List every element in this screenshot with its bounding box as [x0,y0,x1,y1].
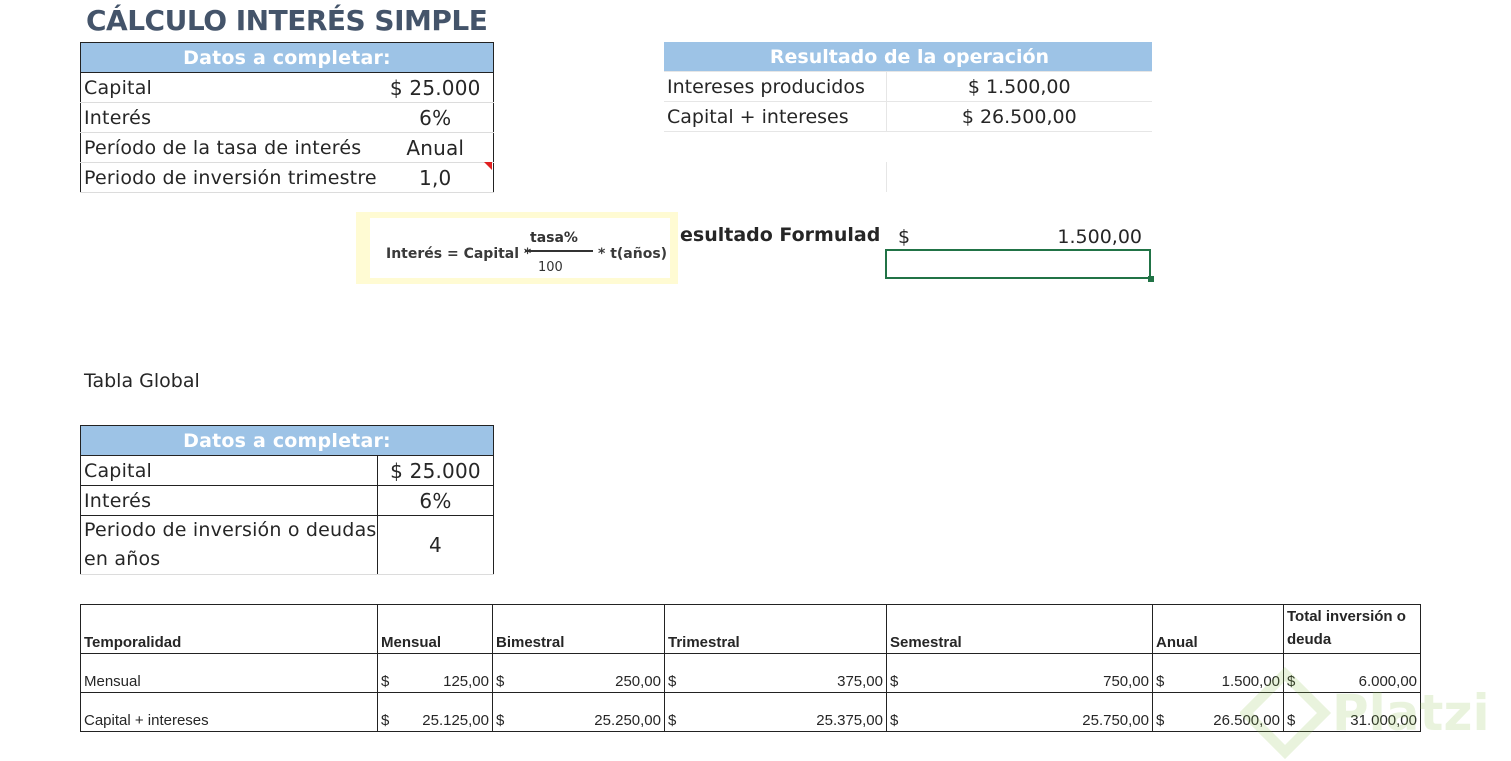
currency-symbol: $ [668,673,677,690]
result-table: Resultado de la operación Intereses prod… [664,42,1152,132]
currency-symbol: $ [890,673,899,690]
formula-image[interactable]: Interés = Capital * tasa% 100 * t(años) [356,212,678,284]
currency-symbol: $ [381,712,390,729]
capital-value-cell[interactable]: $ 25.000 [377,72,494,103]
formula-denominator: 100 [538,260,563,275]
global-input-table-header: Datos a completar: [80,425,494,456]
result-table-header: Resultado de la operación [664,42,1152,72]
global-input-table: Datos a completar: Capital $ 25.000 Inte… [80,425,494,575]
input-table: Datos a completar: Capital $ 25.000 Inte… [80,42,494,193]
table-cell[interactable]: $750,00 [886,653,1153,693]
cell-value: 375,00 [837,673,883,690]
formula-numerator: tasa% [530,230,578,246]
table-cell[interactable]: $25.250,00 [492,692,665,732]
formula-result-currency: $ [898,226,911,248]
formula-result-label: esultado Formulado [680,224,880,246]
table-header-row: Temporalidad Mensual Bimestral Trimestra… [80,604,1421,654]
formula-result-value-cell[interactable]: 1.500,00 [980,226,1142,248]
formula-box: Interés = Capital * tasa% 100 * t(años) [370,218,670,278]
global-table-label: Tabla Global [84,370,200,392]
column-header: Trimestral [664,604,887,654]
column-header: Anual [1152,604,1284,654]
global-interest-value-cell[interactable]: 6% [377,485,494,516]
fill-handle[interactable] [1148,276,1154,282]
global-capital-value-cell[interactable]: $ 25.000 [377,455,494,486]
cell-value: 25.125,00 [422,712,489,729]
cell-value: 25.375,00 [816,712,883,729]
column-header: Semestral [886,604,1153,654]
table-cell[interactable]: $250,00 [492,653,665,693]
currency-symbol: $ [1156,673,1165,690]
comment-indicator-icon[interactable] [484,162,492,170]
table-row: Capital + intereses $25.125,00 $25.250,0… [80,692,1421,732]
cell-value: 250,00 [615,673,661,690]
global-period-label: Periodo de inversión o deudas en años [80,515,378,575]
currency-symbol: $ [668,712,677,729]
selected-cell[interactable] [885,249,1151,279]
interest-produced-label: Intereses producidos [664,71,886,102]
gridline [886,162,887,192]
currency-symbol: $ [496,673,505,690]
currency-symbol: $ [890,712,899,729]
table-row: Mensual $125,00 $250,00 $375,00 $750,00 … [80,653,1421,693]
formula-rhs: * t(años) [598,246,668,262]
row-label: Mensual [80,653,378,693]
temporality-table: Temporalidad Mensual Bimestral Trimestra… [80,604,1421,732]
investment-period-label: Periodo de inversión trimestre [80,162,378,193]
global-capital-label: Capital [80,455,378,486]
table-cell[interactable]: $25.125,00 [377,692,493,732]
rate-period-value-cell[interactable]: Anual [377,132,494,163]
investment-period-value-cell[interactable]: 1,0 [377,162,494,193]
cell-value: 25.250,00 [594,712,661,729]
column-header: Bimestral [492,604,665,654]
column-header: Temporalidad [80,604,378,654]
cell-value: 750,00 [1103,673,1149,690]
global-period-value-cell[interactable]: 4 [377,515,494,575]
platzi-watermark-icon: Platzi [1240,662,1510,761]
input-table-header: Datos a completar: [80,42,494,73]
table-cell[interactable]: $25.750,00 [886,692,1153,732]
table-cell[interactable]: $375,00 [664,653,887,693]
capital-plus-interest-label: Capital + intereses [664,101,886,132]
capital-label: Capital [80,72,378,103]
currency-symbol: $ [496,712,505,729]
cell-value: 25.750,00 [1082,712,1149,729]
global-interest-label: Interés [80,485,378,516]
table-cell[interactable]: $125,00 [377,653,493,693]
table-cell[interactable]: $25.375,00 [664,692,887,732]
fraction-line [525,250,593,252]
column-header: Mensual [377,604,493,654]
interest-value-cell[interactable]: 6% [377,102,494,133]
formula-lhs: Interés = Capital * [386,246,532,262]
interest-produced-value-cell[interactable]: $ 1.500,00 [885,71,1152,102]
sheet-title: CÁLCULO INTERÉS SIMPLE [86,4,488,37]
capital-plus-interest-value-cell[interactable]: $ 26.500,00 [885,101,1152,132]
column-header: Total inversión o deuda [1283,604,1421,654]
interest-label: Interés [80,102,378,133]
row-label: Capital + intereses [80,692,378,732]
cell-value: 125,00 [443,673,489,690]
currency-symbol: $ [381,673,390,690]
currency-symbol: $ [1156,712,1165,729]
watermark-text: Platzi [1332,684,1490,742]
rate-period-label: Período de la tasa de interés [80,132,378,163]
